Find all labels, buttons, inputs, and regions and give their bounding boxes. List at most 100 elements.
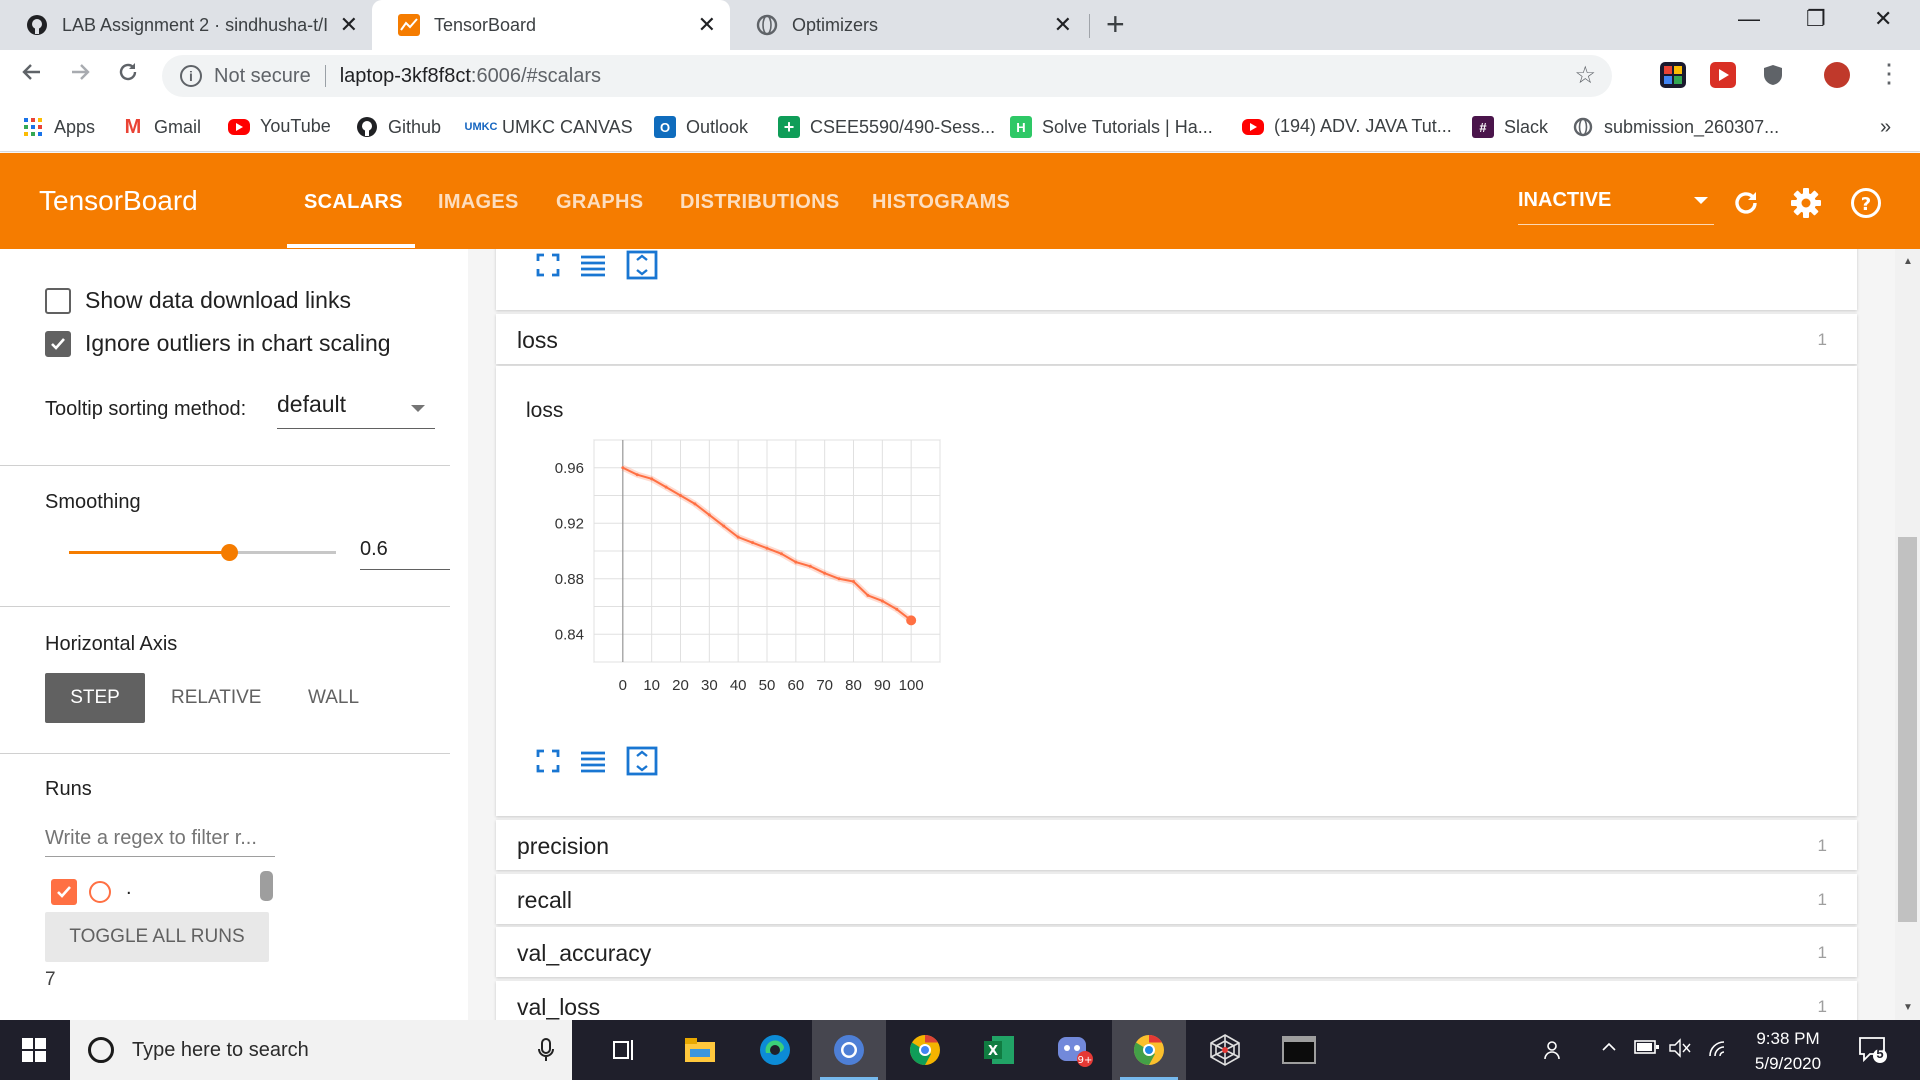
- discord-icon[interactable]: 9+: [1038, 1020, 1112, 1080]
- axis-wall-button[interactable]: WALL: [308, 687, 359, 709]
- help-icon[interactable]: ?: [1850, 187, 1882, 219]
- windows-start-icon[interactable]: [22, 1038, 46, 1067]
- people-icon[interactable]: [1542, 1038, 1566, 1067]
- bookmark-apps[interactable]: Apps: [22, 116, 95, 138]
- task-view-icon[interactable]: [586, 1020, 660, 1080]
- fit-domain-icon[interactable]: [626, 746, 658, 776]
- taskbar-search-box[interactable]: Type here to search: [70, 1020, 572, 1080]
- loss-category-header[interactable]: loss 1: [496, 314, 1857, 364]
- microphone-icon[interactable]: [538, 1038, 554, 1068]
- nav-scalars[interactable]: SCALARS: [304, 191, 403, 214]
- close-tab-icon[interactable]: ✕: [340, 12, 358, 38]
- refresh-icon[interactable]: [1730, 187, 1762, 219]
- bookmark-youtube[interactable]: YouTube: [228, 116, 331, 137]
- toggle-all-runs-button[interactable]: TOGGLE ALL RUNS: [45, 912, 269, 962]
- fit-domain-icon[interactable]: [626, 250, 658, 280]
- window-close-button[interactable]: ✕: [1874, 6, 1892, 32]
- terminal-icon[interactable]: [1262, 1020, 1336, 1080]
- forward-arrow-icon[interactable]: [68, 60, 92, 91]
- fullscreen-icon[interactable]: [535, 252, 561, 278]
- series-endpoint: [906, 615, 917, 626]
- tab-github[interactable]: LAB Assignment 2 · sindhusha-t/I ✕: [0, 0, 372, 50]
- run-color-circle-icon[interactable]: [89, 881, 111, 903]
- axis-relative-button[interactable]: RELATIVE: [171, 687, 261, 709]
- back-arrow-icon[interactable]: [20, 60, 44, 91]
- restore-button[interactable]: ❐: [1806, 6, 1826, 32]
- smoothing-slider[interactable]: [69, 544, 336, 561]
- extension-media-icon[interactable]: [1710, 62, 1736, 88]
- menu-kebab-icon[interactable]: ⋮: [1876, 58, 1902, 89]
- scroll-up-arrow-icon[interactable]: ▲: [1903, 256, 1913, 267]
- chrome-canary-icon[interactable]: [888, 1020, 962, 1080]
- chrome-icon[interactable]: [1112, 1020, 1186, 1080]
- chrome-dev-icon[interactable]: [812, 1020, 886, 1080]
- val-loss-category-header[interactable]: val_loss 1: [496, 981, 1857, 1020]
- slider-thumb[interactable]: [221, 544, 239, 561]
- taskbar-clock[interactable]: 9:38 PM 5/9/2020: [1738, 1026, 1838, 1076]
- edge-browser-icon[interactable]: [738, 1020, 812, 1080]
- nav-histograms[interactable]: HISTOGRAMS: [872, 191, 1010, 214]
- precision-category-header[interactable]: precision 1: [496, 820, 1857, 870]
- file-explorer-icon[interactable]: [663, 1020, 737, 1080]
- tab-divider: [1089, 14, 1090, 38]
- wifi-icon[interactable]: [1706, 1038, 1730, 1063]
- gmail-icon: M: [124, 115, 142, 138]
- axis-step-button[interactable]: STEP: [45, 673, 145, 723]
- close-tab-icon[interactable]: ✕: [698, 12, 716, 38]
- plugin-select-dropdown[interactable]: INACTIVE: [1518, 189, 1714, 225]
- bookmark-java[interactable]: (194) ADV. JAVA Tut...: [1242, 116, 1452, 137]
- checkbox-unchecked[interactable]: [45, 287, 71, 314]
- svg-text:?: ?: [1861, 194, 1871, 215]
- tab-tensorboard[interactable]: TensorBoard ✕: [372, 0, 730, 50]
- tray-overflow-chevron-icon[interactable]: [1600, 1038, 1618, 1061]
- bookmark-umkc[interactable]: UMKC UMKC CANVAS: [465, 116, 633, 138]
- previous-card: [496, 249, 1857, 310]
- new-tab-button[interactable]: +: [1106, 6, 1125, 43]
- list-lines-icon[interactable]: [580, 748, 606, 774]
- nav-images[interactable]: IMAGES: [438, 191, 519, 214]
- series-point: [650, 477, 654, 481]
- address-bar[interactable]: i Not secure laptop-3kf8f8ct :6006/#scal…: [162, 55, 1612, 97]
- bookmarks-overflow-button[interactable]: »: [1880, 116, 1891, 139]
- runs-scrollbar-thumb[interactable]: [260, 871, 273, 901]
- bookmark-hackerrank[interactable]: H Solve Tutorials | Ha...: [1010, 116, 1213, 138]
- minimize-button[interactable]: —: [1738, 6, 1760, 32]
- recall-category-header[interactable]: recall 1: [496, 874, 1857, 924]
- ignore-outliers-checkbox[interactable]: Ignore outliers in chart scaling: [45, 330, 391, 357]
- bookmark-outlook[interactable]: O Outlook: [654, 116, 748, 138]
- list-lines-icon[interactable]: [580, 252, 606, 278]
- tooltip-sorting-select[interactable]: default: [277, 391, 435, 429]
- tab-optimizers[interactable]: Optimizers ✕: [730, 0, 1086, 50]
- close-tab-icon[interactable]: ✕: [1054, 12, 1072, 38]
- nav-graphs[interactable]: GRAPHS: [556, 191, 643, 214]
- show-download-links-checkbox[interactable]: Show data download links: [45, 287, 351, 314]
- reload-icon[interactable]: [116, 60, 140, 91]
- bookmark-slack[interactable]: # Slack: [1472, 116, 1548, 138]
- smoothing-input[interactable]: 0.6: [360, 532, 450, 570]
- bookmark-submission[interactable]: submission_260307...: [1572, 116, 1779, 138]
- settings-gear-icon[interactable]: [1790, 187, 1822, 219]
- extension-colorful-icon[interactable]: [1660, 62, 1686, 88]
- bookmark-github[interactable]: Github: [356, 116, 441, 138]
- scroll-down-arrow-icon[interactable]: ▼: [1903, 1002, 1913, 1013]
- extension-shield-icon[interactable]: [1760, 62, 1786, 88]
- notifications-icon[interactable]: 5: [1858, 1034, 1888, 1069]
- bookmark-gmail[interactable]: M Gmail: [122, 116, 201, 138]
- profile-avatar[interactable]: [1824, 62, 1850, 88]
- checkmark-icon[interactable]: [45, 330, 71, 357]
- page-scrollbar-thumb[interactable]: [1898, 537, 1917, 922]
- spider-web-icon[interactable]: [1188, 1020, 1262, 1080]
- bookmark-csee[interactable]: + CSEE5590/490-Sess...: [778, 116, 995, 138]
- nav-distributions[interactable]: DISTRIBUTIONS: [680, 191, 839, 214]
- val-accuracy-category-header[interactable]: val_accuracy 1: [496, 927, 1857, 977]
- run-checkbox[interactable]: [51, 879, 77, 905]
- bookmark-star-icon[interactable]: ☆: [1574, 61, 1596, 90]
- runs-filter-input[interactable]: [45, 821, 275, 857]
- fullscreen-icon[interactable]: [535, 748, 561, 774]
- battery-icon[interactable]: [1634, 1038, 1660, 1061]
- info-icon[interactable]: i: [180, 65, 202, 87]
- loss-chart[interactable]: 0 10 20 30 40 50 60 70 80 90 100 0.84 0.88 0.92 0.96: [536, 434, 946, 694]
- apps-grid-icon: [22, 116, 44, 138]
- volume-muted-icon[interactable]: [1668, 1038, 1692, 1063]
- excel-icon[interactable]: X: [962, 1020, 1036, 1080]
